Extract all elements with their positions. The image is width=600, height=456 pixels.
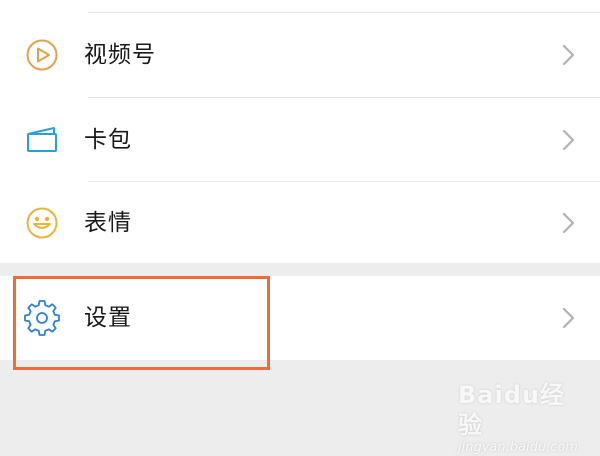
menu-item-label: 设置 (84, 305, 132, 331)
menu-item-settings[interactable]: 设置 (0, 276, 600, 360)
watermark-logo: Baidu经验 (458, 381, 565, 439)
watermark-url: jingyan.baidu.com (458, 440, 578, 455)
smiley-icon (22, 203, 62, 243)
chevron-right-icon (558, 211, 578, 235)
card-wallet-icon (22, 120, 62, 160)
menu-group-bottom: 设置 (0, 276, 600, 360)
video-channel-icon (22, 35, 62, 75)
menu-item-label: 视频号 (84, 42, 156, 68)
chevron-right-icon (558, 43, 578, 67)
menu-item-card-wallet[interactable]: 卡包 (0, 98, 600, 182)
chevron-right-icon (558, 306, 578, 330)
chevron-right-icon (558, 128, 578, 152)
menu-item-stickers[interactable]: 表情 (0, 181, 600, 265)
menu-item-video-channel[interactable]: 视频号 (0, 13, 600, 97)
watermark: Baidu经验 jingyan.baidu.com (458, 380, 588, 455)
gear-icon (22, 298, 62, 338)
menu-group-top: 视频号 卡包 表情 (0, 0, 600, 263)
menu-item-label: 表情 (84, 210, 132, 236)
menu-item-label: 卡包 (84, 127, 132, 153)
